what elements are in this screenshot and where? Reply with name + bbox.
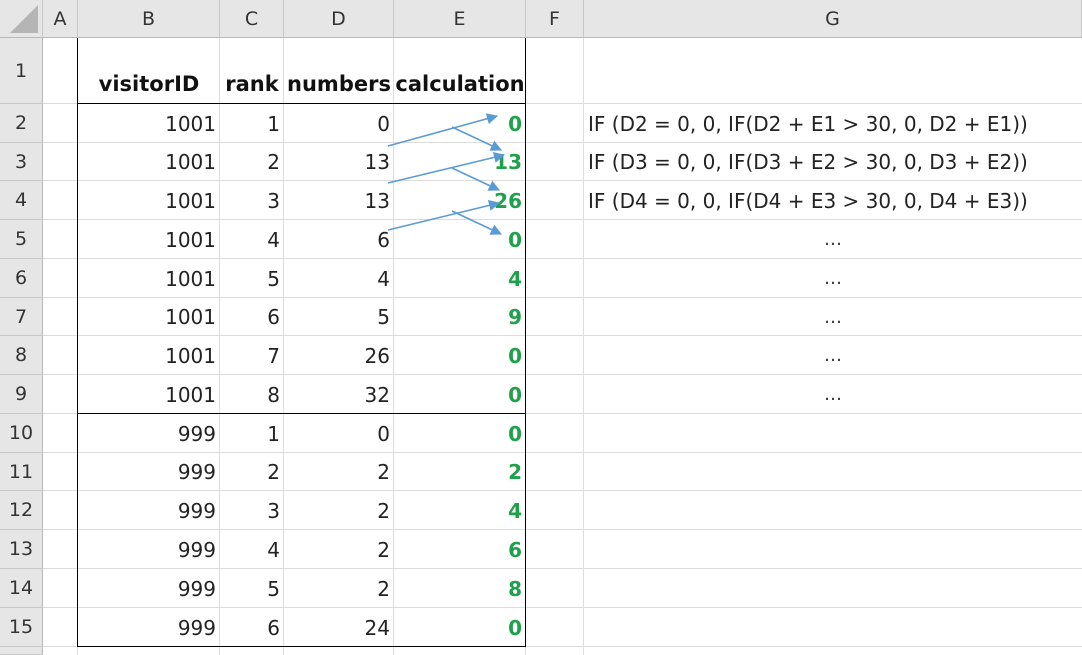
cell-calculation[interactable]: 6 (394, 530, 526, 569)
cell-rank[interactable]: 2 (220, 143, 284, 181)
group-divider-border (77, 413, 526, 414)
cell-rank[interactable]: 4 (220, 220, 284, 259)
column-header-d[interactable]: D (284, 0, 394, 38)
ellipsis-note[interactable]: … (584, 336, 1082, 375)
cell-calculation[interactable]: 0 (394, 375, 526, 414)
cell-rank[interactable]: 5 (220, 569, 284, 608)
cell-rank[interactable]: 8 (220, 375, 284, 414)
row-header-8[interactable]: 8 (0, 336, 43, 375)
row-header-2[interactable]: 2 (0, 104, 43, 143)
row-header-1[interactable]: 1 (0, 38, 43, 104)
table-border-right (525, 38, 526, 647)
column-header-c[interactable]: C (220, 0, 284, 38)
cell-calculation[interactable]: 0 (394, 220, 526, 259)
cell-numbers[interactable]: 0 (284, 104, 394, 143)
row-header-4[interactable]: 4 (0, 181, 43, 220)
row-header-10[interactable]: 10 (0, 414, 43, 453)
cell-visitor-id[interactable]: 1001 (78, 298, 220, 336)
ellipsis-note[interactable]: … (584, 259, 1082, 298)
cell-visitor-id[interactable]: 999 (78, 453, 220, 491)
cell-rank[interactable]: 7 (220, 336, 284, 375)
ellipsis-note[interactable]: … (584, 298, 1082, 336)
cell-numbers[interactable]: 13 (284, 181, 394, 220)
cell-calculation[interactable]: 4 (394, 259, 526, 298)
header-cell-numbers[interactable]: numbers (284, 38, 394, 104)
row-header-13[interactable]: 13 (0, 530, 43, 569)
cell-visitor-id[interactable]: 999 (78, 491, 220, 530)
cell-rank[interactable]: 2 (220, 453, 284, 491)
row-header-15[interactable]: 15 (0, 608, 43, 647)
row-header-12[interactable]: 12 (0, 491, 43, 530)
column-header-e[interactable]: E (394, 0, 526, 38)
cell-rank[interactable]: 6 (220, 608, 284, 647)
column-header-b[interactable]: B (78, 0, 220, 38)
cell-rank[interactable]: 4 (220, 530, 284, 569)
cell-visitor-id[interactable]: 999 (78, 608, 220, 647)
header-bottom-border (77, 103, 526, 104)
formula-note[interactable]: IF (D4 = 0, 0, IF(D4 + E3 > 30, 0, D4 + … (584, 181, 1082, 220)
column-header-a[interactable]: A (43, 0, 78, 38)
row-header-14[interactable]: 14 (0, 569, 43, 608)
cell-visitor-id[interactable]: 1001 (78, 336, 220, 375)
cell-numbers[interactable]: 24 (284, 608, 394, 647)
cell-numbers[interactable]: 2 (284, 530, 394, 569)
cell-numbers[interactable]: 2 (284, 569, 394, 608)
formula-note[interactable]: IF (D2 = 0, 0, IF(D2 + E1 > 30, 0, D2 + … (584, 104, 1082, 143)
column-header-f[interactable]: F (526, 0, 584, 38)
cell-numbers[interactable]: 0 (284, 414, 394, 453)
cell-visitor-id[interactable]: 1001 (78, 181, 220, 220)
ellipsis-note[interactable]: … (584, 220, 1082, 259)
spreadsheet: A B C D E F G 1 2 3 4 5 6 7 8 9 10 11 12 13 14 15 visitorID ran… (0, 0, 1082, 655)
cell-visitor-id[interactable]: 1001 (78, 220, 220, 259)
cell-visitor-id[interactable]: 1001 (78, 143, 220, 181)
cell-rank[interactable]: 1 (220, 104, 284, 143)
cell-rank[interactable]: 3 (220, 181, 284, 220)
cell-rank[interactable]: 1 (220, 414, 284, 453)
cell-rank[interactable]: 5 (220, 259, 284, 298)
row-header-7[interactable]: 7 (0, 298, 43, 336)
cell-calculation[interactable]: 13 (394, 143, 526, 181)
row-header-3[interactable]: 3 (0, 143, 43, 181)
cell-visitor-id[interactable]: 1001 (78, 375, 220, 414)
header-cell-rank[interactable]: rank (220, 38, 284, 104)
header-cell-visitorid[interactable]: visitorID (78, 38, 220, 104)
cell-numbers[interactable]: 13 (284, 143, 394, 181)
header-cell-calculation[interactable]: calculation (394, 38, 526, 104)
cell-calculation[interactable]: 2 (394, 453, 526, 491)
cell-visitor-id[interactable]: 1001 (78, 104, 220, 143)
select-all-corner[interactable] (0, 0, 43, 38)
cell-numbers[interactable]: 6 (284, 220, 394, 259)
cell-visitor-id[interactable]: 999 (78, 569, 220, 608)
table-border-left (77, 38, 78, 647)
column-header-g[interactable]: G (584, 0, 1082, 38)
cell-calculation[interactable]: 0 (394, 608, 526, 647)
cell-numbers[interactable]: 5 (284, 298, 394, 336)
formula-note[interactable]: IF (D3 = 0, 0, IF(D3 + E2 > 30, 0, D3 + … (584, 143, 1082, 181)
row-header-11[interactable]: 11 (0, 453, 43, 491)
ellipsis-note[interactable]: … (584, 375, 1082, 414)
cell-numbers[interactable]: 26 (284, 336, 394, 375)
cell-visitor-id[interactable]: 999 (78, 530, 220, 569)
cell-calculation[interactable]: 0 (394, 414, 526, 453)
cell-calculation[interactable]: 8 (394, 569, 526, 608)
cell-visitor-id[interactable]: 1001 (78, 259, 220, 298)
cell-calculation[interactable]: 0 (394, 336, 526, 375)
cell-numbers[interactable]: 2 (284, 453, 394, 491)
cell-calculation[interactable]: 26 (394, 181, 526, 220)
cell-calculation[interactable]: 4 (394, 491, 526, 530)
row-header-16[interactable] (0, 647, 43, 655)
cell-rank[interactable]: 6 (220, 298, 284, 336)
row-header-5[interactable]: 5 (0, 220, 43, 259)
cell-numbers[interactable]: 4 (284, 259, 394, 298)
cell-numbers[interactable]: 2 (284, 491, 394, 530)
cell-rank[interactable]: 3 (220, 491, 284, 530)
row-header-6[interactable]: 6 (0, 259, 43, 298)
cell-visitor-id[interactable]: 999 (78, 414, 220, 453)
row-header-9[interactable]: 9 (0, 375, 43, 414)
cell-calculation[interactable]: 0 (394, 104, 526, 143)
cell-numbers[interactable]: 32 (284, 375, 394, 414)
table-border-bottom (77, 646, 526, 647)
select-all-triangle-icon (10, 5, 38, 33)
cell-calculation[interactable]: 9 (394, 298, 526, 336)
